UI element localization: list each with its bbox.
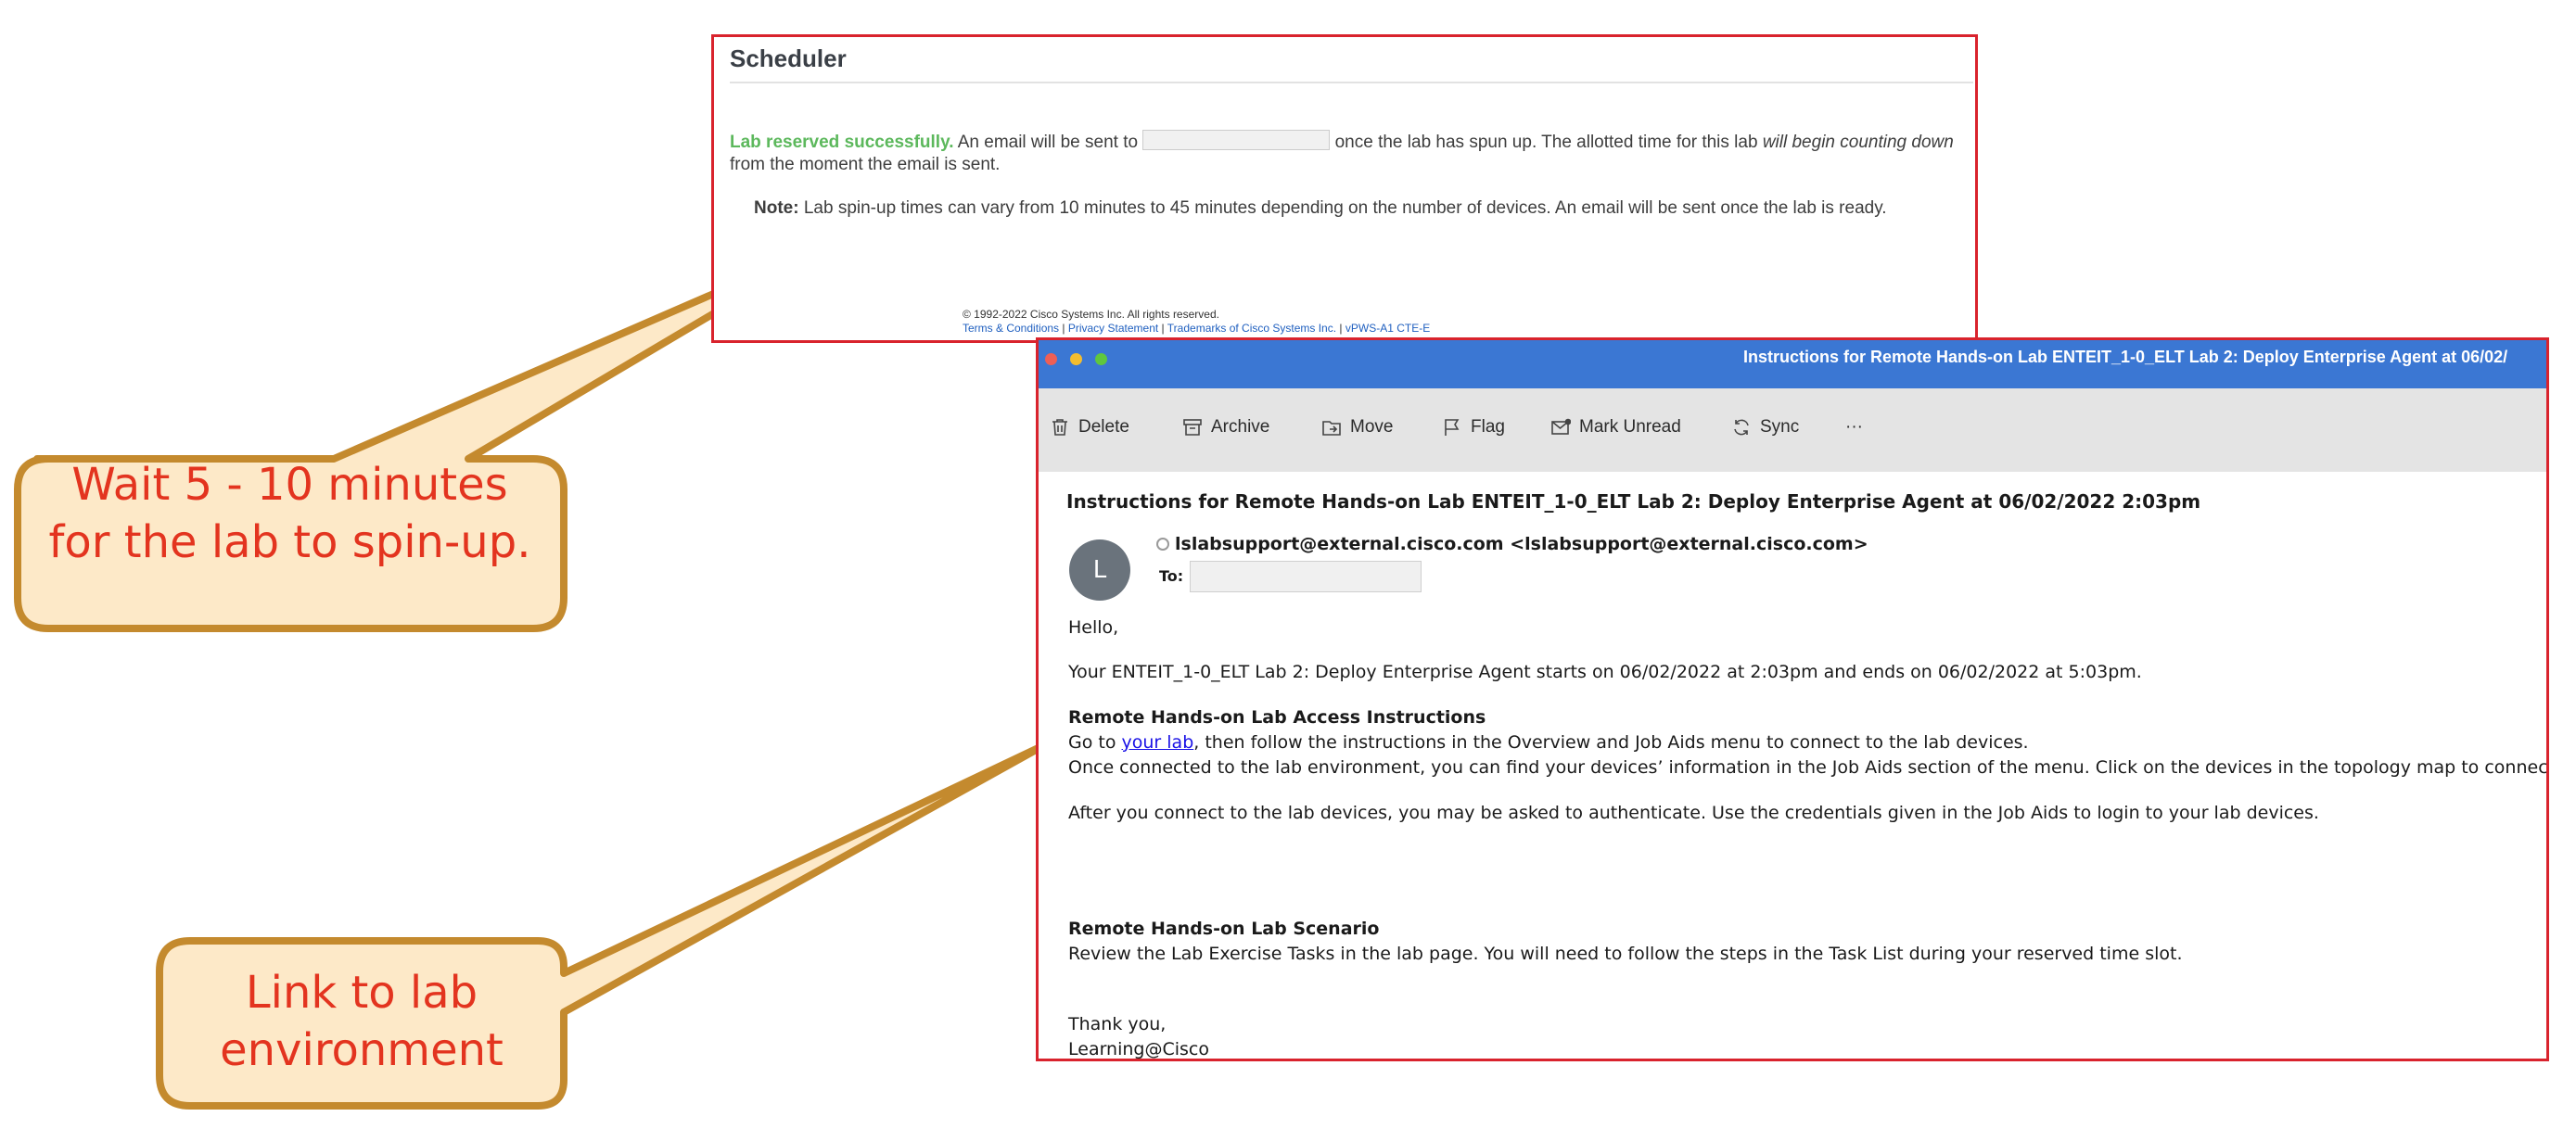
window-title-bar: Instructions for Remote Hands-on Lab ENT… [1039, 340, 2546, 388]
email-subject: Instructions for Remote Hands-on Lab ENT… [1066, 490, 2201, 513]
maximize-window-button[interactable] [1095, 353, 1107, 365]
authentication-line: After you connect to the lab devices, yo… [1068, 803, 2319, 823]
success-label: Lab reserved successfully. [730, 133, 954, 152]
spin-up-note: Note: Lab spin-up times can vary from 10… [754, 198, 1887, 219]
move-label: Move [1350, 417, 1394, 437]
go-to-lab-line: Go to your lab, then follow the instruct… [1068, 730, 2029, 755]
flag-icon [1442, 417, 1462, 438]
presence-status-icon [1156, 538, 1169, 551]
version-link[interactable]: vPWS-A1 CTE-E [1345, 322, 1430, 335]
your-lab-link[interactable]: your lab [1122, 732, 1194, 753]
to-label: To: [1159, 567, 1184, 585]
mail-toolbar: Delete Archive Move Flag Mark Unread Syn… [1039, 388, 2546, 472]
mark-unread-button[interactable]: Mark Unread [1550, 417, 1681, 438]
thanks-line: Thank you, [1068, 1014, 1167, 1034]
trash-icon [1050, 417, 1070, 438]
privacy-link[interactable]: Privacy Statement [1068, 322, 1158, 335]
redacted-email-field [1142, 130, 1331, 150]
archive-icon [1182, 417, 1203, 438]
trademarks-link[interactable]: Trademarks of Cisco Systems Inc. [1167, 322, 1336, 335]
move-button[interactable]: Move [1321, 417, 1393, 438]
scheduler-title: Scheduler [730, 44, 847, 72]
close-window-button[interactable] [1045, 353, 1057, 365]
message-part-2: once the lab has spun up. The allotted t… [1330, 133, 1763, 152]
scheduler-footer: © 1992-2022 Cisco Systems Inc. All right… [963, 308, 1430, 336]
flag-label: Flag [1471, 417, 1505, 437]
wait-callout-text: Wait 5 - 10 minutes for the lab to spin-… [48, 459, 531, 568]
sender-line: lslabsupport@external.cisco.com <lslabsu… [1156, 534, 1868, 554]
scenario-heading: Remote Hands-on Lab Scenario [1068, 919, 1380, 939]
envelope-icon [1550, 417, 1571, 438]
sync-icon [1731, 417, 1752, 438]
minimize-window-button[interactable] [1070, 353, 1082, 365]
reservation-message: Lab reserved successfully. An email will… [730, 130, 1963, 176]
sender-address[interactable]: lslabsupport@external.cisco.com <lslabsu… [1175, 534, 1868, 554]
footer-separator: | [1158, 322, 1167, 335]
archive-button[interactable]: Archive [1182, 417, 1269, 438]
link-callout-text: Link to lab environment [220, 967, 504, 1076]
redacted-recipient-field [1190, 561, 1422, 592]
note-label: Note: [754, 198, 799, 218]
copyright-text: © 1992-2022 Cisco Systems Inc. All right… [963, 308, 1219, 321]
go-to-suffix: , then follow the instructions in the Ov… [1193, 732, 2029, 753]
message-italic: will begin counting down [1762, 133, 1954, 152]
scheduler-panel: Scheduler Lab reserved successfully. An … [711, 34, 1978, 343]
footer-separator: | [1336, 322, 1345, 335]
more-options-button[interactable]: ··· [1845, 417, 1863, 438]
go-to-prefix: Go to [1068, 732, 1122, 753]
scheduler-divider [730, 82, 1973, 83]
email-window: Instructions for Remote Hands-on Lab ENT… [1036, 337, 2549, 1061]
greeting: Hello, [1068, 617, 1119, 638]
footer-separator: | [1059, 322, 1068, 335]
sender-avatar: L [1069, 539, 1130, 601]
delete-button[interactable]: Delete [1050, 417, 1129, 438]
message-part-1: An email will be sent to [953, 133, 1143, 152]
message-part-3: from the moment the email is sent. [730, 155, 1001, 174]
connected-instructions: Once connected to the lab environment, y… [1068, 757, 2549, 778]
lab-schedule-line: Your ENTEIT_1-0_ELT Lab 2: Deploy Enterp… [1068, 662, 2142, 682]
sync-label: Sync [1760, 417, 1800, 437]
delete-label: Delete [1078, 417, 1129, 437]
window-title: Instructions for Remote Hands-on Lab ENT… [1743, 348, 2508, 366]
flag-button[interactable]: Flag [1442, 417, 1505, 438]
mark-unread-label: Mark Unread [1579, 417, 1681, 437]
note-text: Lab spin-up times can vary from 10 minut… [798, 198, 1887, 218]
access-instructions-heading: Remote Hands-on Lab Access Instructions [1068, 707, 1486, 728]
sync-button[interactable]: Sync [1731, 417, 1799, 438]
scenario-line: Review the Lab Exercise Tasks in the lab… [1068, 944, 2183, 964]
email-body: Instructions for Remote Hands-on Lab ENT… [1039, 472, 2546, 1059]
signature: Learning@Cisco [1068, 1039, 1209, 1059]
move-folder-icon [1321, 417, 1342, 438]
archive-label: Archive [1211, 417, 1270, 437]
terms-link[interactable]: Terms & Conditions [963, 322, 1059, 335]
